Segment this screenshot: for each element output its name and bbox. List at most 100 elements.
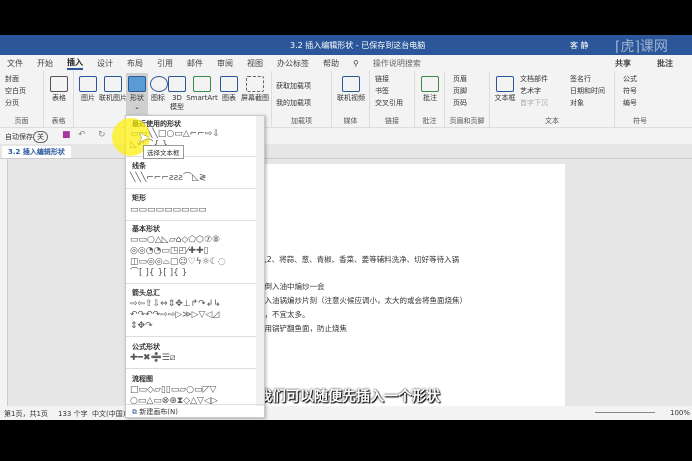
cross-reference-button[interactable]: 交叉引用: [375, 98, 403, 108]
cursor-arrow-icon: ➤: [138, 130, 150, 146]
redo-icon[interactable]: ↻: [98, 130, 106, 140]
comments-button[interactable]: 批注: [652, 57, 678, 70]
online-video-button[interactable]: 联机视频: [335, 76, 367, 103]
equation-button[interactable]: 公式: [623, 74, 637, 84]
save-icon[interactable]: ■: [62, 130, 71, 140]
shape-row[interactable]: ⇕✥↷: [130, 321, 153, 332]
dropdown-scrollbar[interactable]: [256, 116, 264, 406]
drop-cap-button[interactable]: 首字下沉: [520, 98, 548, 108]
video-icon: [342, 76, 360, 92]
shape-row[interactable]: ✚━✖➗☰⧄: [130, 353, 176, 364]
document-page[interactable]: 净,2、将蒜、葱、青椒、香菜、姜等辅料洗净、切好等待入锅 姜倒入油中煸炒一会 放…: [255, 164, 565, 406]
table-icon: [50, 76, 68, 92]
header-button[interactable]: 页眉: [453, 74, 467, 84]
shape-row[interactable]: ↶↷↶↷⇨⇨▷≫▷▽◁◿: [130, 310, 219, 321]
cover-page-button[interactable]: 封面: [5, 74, 19, 84]
blank-page-button[interactable]: 空白页: [5, 86, 26, 96]
watermark-logo: ⌈虎⌉课网: [615, 39, 668, 55]
smartart-button[interactable]: SmartArt: [186, 76, 218, 103]
bookmark-button[interactable]: 书签: [375, 86, 389, 96]
autosave-toggle[interactable]: 关: [33, 131, 48, 143]
footer-button[interactable]: 页脚: [453, 86, 467, 96]
screenshot-button[interactable]: 屏幕截图: [240, 76, 270, 103]
tab-file[interactable]: 文件: [7, 58, 23, 69]
icons-button[interactable]: 图标: [150, 76, 168, 103]
doc-tab-active[interactable]: 3.2 插入编辑形状: [2, 146, 71, 158]
link-button[interactable]: 链接: [375, 74, 389, 84]
doc-line: 姜倒入油中煸炒一会: [257, 282, 325, 291]
symbol-button[interactable]: 符号: [623, 86, 637, 96]
shape-row[interactable]: ▭▭▭▭▭▭▭▭▭: [130, 205, 207, 216]
page-number-button[interactable]: 页码: [453, 98, 467, 108]
signature-line-button[interactable]: 签名行: [570, 74, 591, 84]
group-label: 链接: [385, 117, 399, 125]
tab-home[interactable]: 开始: [37, 58, 53, 69]
comment-icon: [421, 76, 439, 92]
object-button[interactable]: 对象: [570, 98, 584, 108]
tab-design[interactable]: 设计: [97, 58, 113, 69]
picture-icon: [79, 76, 97, 92]
tab-mailings[interactable]: 邮件: [187, 58, 203, 69]
icons-icon: [150, 76, 168, 92]
new-canvas-label: 新建画布(N): [139, 408, 178, 416]
shape-row[interactable]: ⌒[ ]{ }[ ]{ }: [130, 268, 187, 279]
group-table: 表格 表格: [44, 71, 74, 128]
shape-row[interactable]: ╲╲╲⌐⌐⌐ƨƨƨ⌒◺≷: [130, 173, 206, 184]
language[interactable]: 中文(中国): [92, 409, 125, 419]
search-icon: ⚲: [353, 58, 359, 68]
group-label: 表格: [51, 117, 66, 125]
tab-insert[interactable]: 插入: [67, 57, 83, 70]
zoom-level[interactable]: 100%: [670, 409, 690, 417]
user-name[interactable]: 客 静: [570, 40, 589, 51]
doc-line: 再用锅铲翻鱼面，防止烧焦: [257, 324, 347, 333]
group-label: 符号: [633, 117, 647, 125]
section-equation-shapes: 公式形状: [132, 343, 160, 351]
search-input[interactable]: 操作说明搜索: [373, 58, 421, 69]
shape-row[interactable]: ◎◎◔◔▭◳◰⁄✚✚▯: [130, 246, 208, 257]
group-label: 页面: [14, 117, 29, 125]
text-box-button[interactable]: 文本框: [493, 76, 517, 103]
tab-office-tab[interactable]: 办公标签: [277, 58, 309, 69]
shape-row[interactable]: □▭◇▱▯▯▭▱○▭◸▽: [130, 385, 216, 396]
doc-line: 放入油锅煸炒片刻（注意火候应调小，太大的或会将鱼面烧焦）: [257, 296, 467, 305]
my-addins-button[interactable]: 我的加载项: [276, 98, 311, 108]
date-time-button[interactable]: 日期和时间: [570, 86, 605, 96]
tab-view[interactable]: 视图: [247, 58, 263, 69]
section-block-arrows: 箭头总汇: [132, 289, 160, 297]
group-text: 文本框 文档部件 艺术字 首字下沉 签名行 日期和时间 对象 文本: [490, 71, 615, 128]
table-button[interactable]: 表格: [49, 76, 69, 103]
tab-review[interactable]: 审阅: [217, 58, 233, 69]
get-addins-button[interactable]: 获取加载项: [276, 81, 311, 91]
tab-layout[interactable]: 布局: [127, 58, 143, 69]
word-count[interactable]: 133 个字: [58, 409, 88, 419]
tab-help[interactable]: 帮助: [323, 58, 339, 69]
shape-row[interactable]: ◫▭◎◎⌓▢☺♡ϟ☼☾◌: [130, 257, 226, 268]
section-basic-shapes: 基本形状: [132, 225, 160, 233]
undo-icon[interactable]: ↶: [78, 130, 86, 140]
numbering-button[interactable]: 编号: [623, 98, 637, 108]
group-label: 页眉和页脚: [449, 117, 485, 125]
quick-parts-button[interactable]: 文档部件: [520, 74, 548, 84]
chart-button[interactable]: 图表: [220, 76, 238, 103]
smartart-icon: [193, 76, 211, 92]
share-button[interactable]: 共享: [610, 57, 636, 70]
page-break-button[interactable]: 分页: [5, 98, 19, 108]
new-canvas-button[interactable]: ⧉ 新建画布(N): [126, 404, 264, 417]
zoom-slider[interactable]: [595, 412, 655, 413]
tab-references[interactable]: 引用: [157, 58, 173, 69]
online-picture-button[interactable]: 联机图片: [98, 76, 128, 103]
group-symbols: 公式 符号 编号 符号: [615, 71, 665, 128]
picture-button[interactable]: 图片: [76, 76, 100, 103]
group-comments: 批注 批注: [415, 71, 445, 128]
group-label: 批注: [422, 117, 437, 125]
3d-models-button[interactable]: 3D 模型: [168, 76, 186, 112]
text-box-icon: [496, 76, 514, 92]
shape-row[interactable]: ▭▭○△◺▱⌂◇⬠⬡⑦⑧: [130, 235, 220, 246]
wordart-button[interactable]: 艺术字: [520, 86, 541, 96]
page-count[interactable]: 第1页，共1页: [4, 409, 48, 419]
new-comment-button[interactable]: 批注: [420, 76, 440, 103]
section-rectangles: 矩形: [132, 194, 146, 202]
section-lines: 线条: [132, 162, 146, 170]
shape-row[interactable]: ⇨⇦⇧⇩⇔⇕✥⊥↱↷↲↳: [130, 299, 221, 310]
canvas-icon: ⧉: [132, 408, 137, 416]
